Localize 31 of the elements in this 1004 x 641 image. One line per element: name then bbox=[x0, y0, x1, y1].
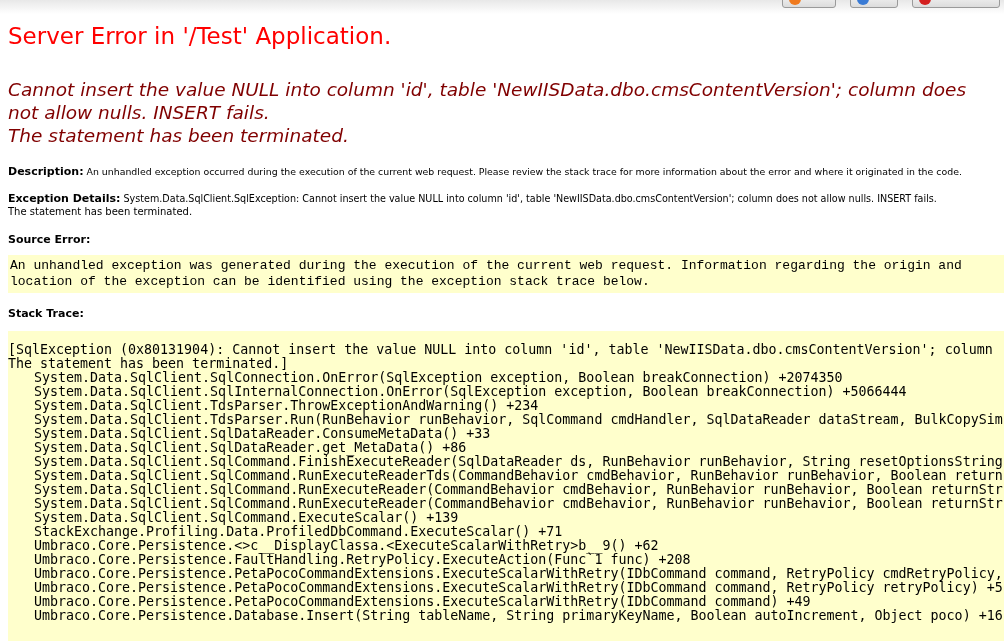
stack-trace-line: System.Data.SqlClient.TdsParser.ThrowExceptionAndWarning() +234 bbox=[33, 399, 539, 413]
stack-trace-line: Umbraco.Core.Persistence.PetaPocoCommandExtensions.ExecuteScalarWithRetry(IDbCommand command, RetryPolicy retryPolicy) +5 bbox=[33, 581, 1004, 595]
stack-trace-line: Umbraco.Core.Persistence.<>c__DisplayClassa.<ExecuteScalarWithRetry>b__9() +62 bbox=[33, 539, 660, 553]
stack-trace-line: Umbraco.Core.Persistence.PetaPocoCommandExtensions.ExecuteScalarWithRetry(IDbCommand command) +49 bbox=[33, 595, 811, 609]
stack-trace-line: System.Data.SqlClient.SqlDataReader.ConsumeMetaData() +33 bbox=[33, 427, 492, 441]
stack-trace-line: Umbraco.Core.Persistence.PetaPocoCommandExtensions.ExecuteScalarWithRetry(IDbCommand command, RetryPolicy cmdRetryPolicy, bbox=[33, 567, 1004, 581]
stack-trace-line: Umbraco.Core.Persistence.Database.Insert(String tableName, String primaryKeyName, Boolean autoIncrement, Object poco) +16 bbox=[33, 609, 1004, 623]
stack-trace-line: [SqlException (0x80131904): Cannot insert the value NULL into column 'id', table 'NewIISData.dbo.cmsContentVersion'; column bbox=[8, 343, 994, 357]
code-line: An unhandled exception was generated during the execution of the current web request. Information regarding the origin and bbox=[10, 258, 963, 274]
stack-trace-line: Umbraco.Core.Persistence.FaultHandling.RetryPolicy.ExecuteAction(Func`1 func) +208 bbox=[33, 553, 692, 567]
stack-trace-line: StackExchange.Profiling.Data.ProfiledDbCommand.ExecuteScalar() +71 bbox=[33, 525, 563, 539]
stack-trace-line: System.Data.SqlClient.SqlInternalConnection.OnError(SqlException exception, Boolean breakConnection) +5066444 bbox=[33, 385, 908, 399]
stack-trace-line: System.Data.SqlClient.SqlConnection.OnError(SqlException exception, Boolean breakConnection) +2074350 bbox=[33, 371, 844, 385]
stack-trace-line: System.Data.SqlClient.SqlDataReader.get_MetaData() +86 bbox=[33, 441, 467, 455]
code-line: location of the exception can be identified using the exception stack trace below. bbox=[10, 274, 651, 290]
page-title: Server Error in '/Test' Application. bbox=[8, 22, 393, 51]
exception-details-text: Exception Details: System.Data.SqlClient.SqlException: Cannot insert the value NULL into column 'id', table 'NewIISData.dbo.cmsContentVersion'; column does not allow nulls. INSERT fails. bbox=[8, 192, 938, 205]
stack-trace-line: System.Data.SqlClient.SqlCommand.ExecuteScalar() +139 bbox=[33, 511, 459, 525]
stack-trace-line: System.Data.SqlClient.SqlCommand.RunExecuteReader(CommandBehavior cmdBehavior, RunBehavior runBehavior, Boolean returnStr bbox=[33, 497, 1004, 511]
section-heading: Stack Trace: bbox=[8, 307, 85, 321]
stack-trace-line: System.Data.SqlClient.SqlCommand.RunExecuteReader(CommandBehavior cmdBehavior, RunBehavior runBehavior, Boolean returnStr bbox=[33, 483, 1004, 497]
exception-details-text: The statement has been terminated. bbox=[8, 205, 194, 218]
section-heading: Source Error: bbox=[8, 233, 92, 247]
description-text: Description: An unhandled exception occurred during the execution of the current web request. Please review the stack trace for more information about the error and where it originated in the code. bbox=[8, 165, 963, 178]
stack-trace-line: System.Data.SqlClient.TdsParser.Run(RunBehavior runBehavior, SqlCommand cmdHandler, SqlDataReader dataStream, BulkCopySim bbox=[33, 413, 1004, 427]
error-message: The statement has been terminated. bbox=[8, 124, 350, 147]
error-message: not allow nulls. INSERT fails. bbox=[8, 101, 271, 124]
stack-trace-line: System.Data.SqlClient.SqlCommand.RunExecuteReaderTds(CommandBehavior cmdBehavior, RunBehavior runBehavior, Boolean return bbox=[33, 469, 1004, 483]
error-message: Cannot insert the value NULL into column 'id', table 'NewIISData.dbo.cmsContentVersion'; column does bbox=[8, 78, 968, 101]
stack-trace-line: The statement has been terminated.] bbox=[8, 357, 290, 371]
stack-trace-line: System.Data.SqlClient.SqlCommand.FinishExecuteReader(SqlDataReader ds, RunBehavior runBehavior, String resetOptionsString bbox=[33, 455, 1004, 469]
